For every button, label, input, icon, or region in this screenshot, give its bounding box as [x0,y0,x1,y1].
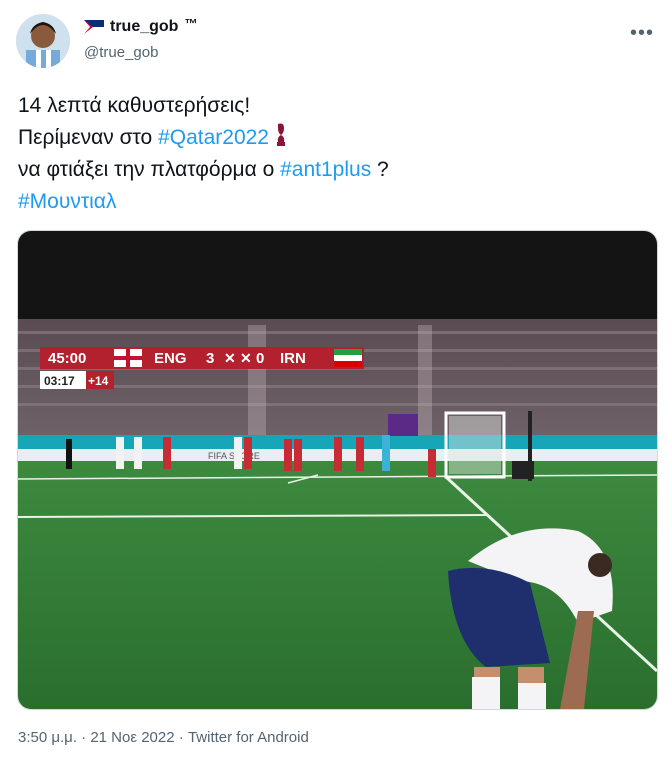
svg-text:✕: ✕ [224,350,236,366]
separator: · [81,729,87,746]
tweet-text: 14 λεπτά καθυστερήσεις! Περίμεναν στο #Q… [18,90,658,218]
ad-board-text: FIFA STORE [208,451,260,461]
tweet-media-photo[interactable]: FIFA STORE 45:00 ENG 3 0 IRN ✕ ✕ 03:17 +… [17,230,658,710]
hashtag-mountial[interactable]: #Μουντιαλ [18,186,658,218]
hashtag-ant1plus[interactable]: #ant1plus [280,158,371,181]
author-name-row[interactable]: true_gob ™ [84,15,198,36]
tweet-line-1: 14 λεπτά καθυστερήσεις! [18,94,251,117]
match-clock: 45:00 [48,350,86,367]
tweet-line-2: Περίμεναν στο #Qatar2022 [18,122,658,154]
tweet-metadata: 3:50 μ.μ. · 21 Νοε 2022 · Twitter for An… [18,729,309,746]
tweet-time[interactable]: 3:50 μ.μ. [18,729,77,746]
separator: · [178,729,184,746]
added-time: +14 [88,374,109,388]
away-score: 0 [256,350,264,367]
trademark-symbol: ™ [184,15,198,31]
tweet-line-3-suffix: ? [371,158,389,181]
user-handle[interactable]: @true_gob [84,44,158,61]
tweet-date[interactable]: 21 Νοε 2022 [90,729,174,746]
hashtag-qatar2022[interactable]: #Qatar2022 [158,126,269,149]
tweet-line-3: να φτιάξει την πλατφόρμα ο #ant1plus ? [18,154,658,186]
tweet-line-2-text: Περίμεναν στο [18,126,159,149]
stoppage-clock: 03:17 [44,374,75,388]
more-options-icon[interactable]: ••• [630,22,654,45]
home-score: 3 [206,350,214,367]
svg-text:✕: ✕ [240,350,252,366]
tweet-client[interactable]: Twitter for Android [188,729,309,746]
home-team: ENG [154,350,187,367]
avatar[interactable] [16,14,70,68]
away-team: IRN [280,350,306,367]
display-name[interactable]: true_gob [110,18,178,36]
tweet-line-3-text: να φτιάξει την πλατφόρμα ο [18,158,281,181]
flag-icon [84,20,104,34]
world-cup-trophy-icon [276,123,285,146]
